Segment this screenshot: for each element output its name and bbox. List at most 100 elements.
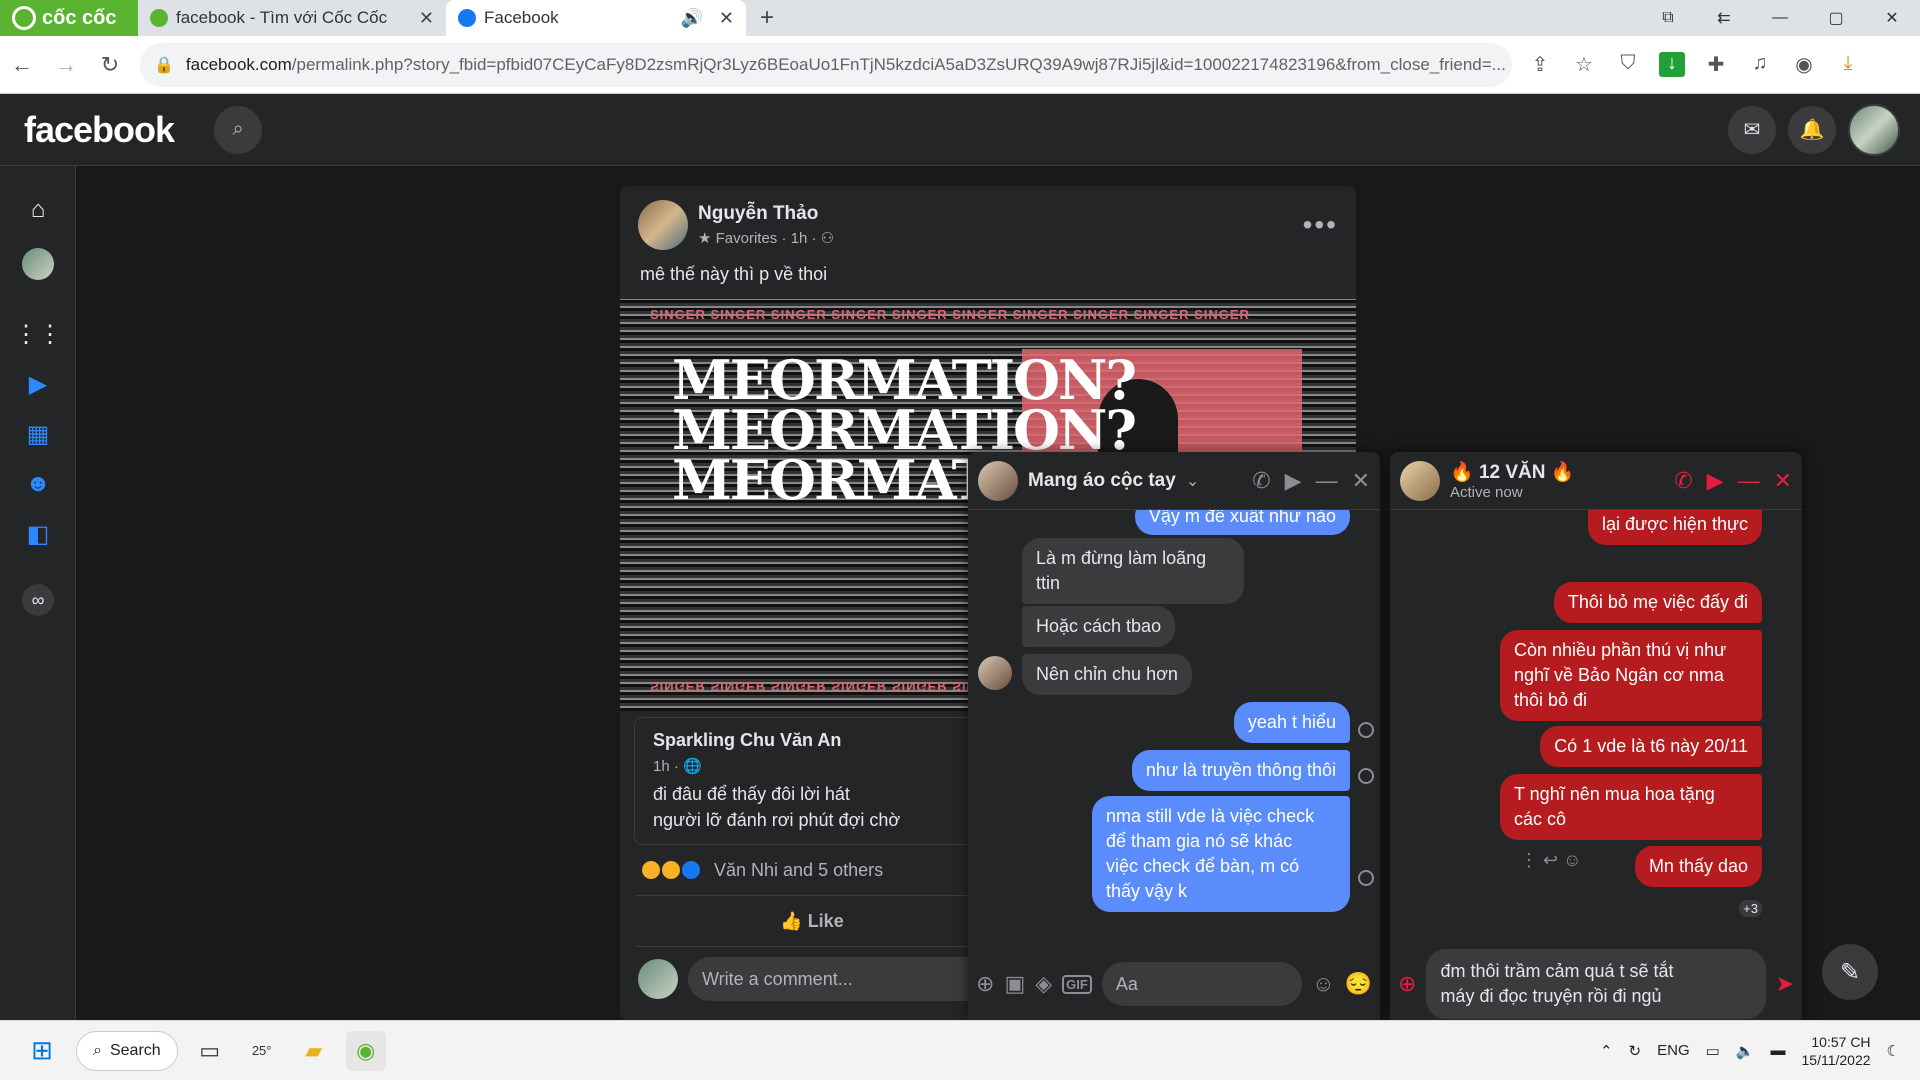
- more-options-icon[interactable]: •••: [1303, 209, 1338, 241]
- quick-reaction-icon[interactable]: 😔: [1345, 971, 1372, 997]
- forward-button[interactable]: →: [44, 52, 88, 78]
- sync-icon[interactable]: ↻: [1629, 1042, 1642, 1060]
- screenshot-icon[interactable]: ⧉: [1640, 0, 1696, 36]
- back-tabs-icon[interactable]: ⇇: [1696, 0, 1752, 36]
- chat-avatar[interactable]: [1400, 460, 1440, 501]
- groups-icon[interactable]: ☻: [22, 468, 54, 500]
- tab-label: facebook - Tìm với Cốc Cốc: [176, 8, 388, 27]
- share-icon[interactable]: ⇪: [1518, 52, 1562, 77]
- close-chat-icon[interactable]: ✕: [1352, 468, 1370, 494]
- file-explorer-icon[interactable]: ▰: [294, 1031, 334, 1071]
- message-outgoing[interactable]: T nghĩ nên mua hoa tặng các cô: [1500, 774, 1762, 840]
- message-outgoing[interactable]: Vậy m đề xuất như nào: [1134, 510, 1350, 535]
- tab-facebook[interactable]: Facebook 🔊 ✕: [446, 0, 746, 36]
- chat-title[interactable]: Mang áo cộc tay: [1028, 470, 1176, 492]
- link-icon[interactable]: ∞: [22, 584, 54, 616]
- network-icon[interactable]: ▭: [1706, 1042, 1720, 1060]
- speaker-icon[interactable]: 🔊: [680, 8, 702, 29]
- download-green-icon[interactable]: ↓: [1659, 52, 1685, 77]
- watch-icon[interactable]: ▶: [22, 368, 54, 400]
- reload-button[interactable]: ↻: [88, 52, 132, 78]
- message-outgoing[interactable]: yeah t hiểu: [1233, 702, 1350, 743]
- minimize-button[interactable]: —: [1752, 0, 1808, 36]
- url-field[interactable]: 🔒 facebook.com/permalink.php?story_fbid=…: [140, 42, 1512, 87]
- gif-icon[interactable]: GIF: [1062, 974, 1092, 994]
- image-icon[interactable]: ▣: [1004, 971, 1025, 997]
- message-outgoing[interactable]: Có 1 vde là t6 này 20/11: [1540, 726, 1762, 767]
- bookmark-star-icon[interactable]: ☆: [1562, 52, 1606, 77]
- music-list-icon[interactable]: ♫: [1738, 52, 1782, 77]
- message-input[interactable]: đm thôi trầm cảm quá t sẽ tắt máy đi đọc…: [1426, 949, 1766, 1019]
- message-outgoing[interactable]: lại được hiện thực: [1588, 510, 1762, 545]
- search-icon[interactable]: ⌕: [214, 105, 263, 154]
- plus-circle-icon[interactable]: ⊕: [976, 971, 994, 997]
- message-incoming[interactable]: Là m đừng làm loãng ttin: [1022, 538, 1244, 604]
- gaming-icon[interactable]: ◧: [22, 518, 54, 550]
- emoji-icon[interactable]: ☺: [1312, 971, 1334, 997]
- message-actions-icons[interactable]: ⋮ ↩ ☺: [1520, 850, 1581, 871]
- message-incoming[interactable]: Hoặc cách tbao: [1022, 606, 1176, 647]
- profile-avatar-icon[interactable]: [22, 248, 54, 280]
- message-input[interactable]: Aa: [1101, 962, 1303, 1006]
- language-indicator[interactable]: ENG: [1657, 1042, 1690, 1059]
- message-incoming[interactable]: Nên chỉn chu hơn: [1022, 654, 1192, 695]
- reactions-text[interactable]: Văn Nhi and 5 others: [714, 860, 883, 881]
- like-button[interactable]: 👍 Like: [636, 911, 988, 932]
- sticker-icon[interactable]: ◈: [1035, 971, 1052, 997]
- plus-circle-icon[interactable]: ⊕: [1398, 971, 1416, 997]
- chevron-down-icon[interactable]: ⌄: [1186, 471, 1199, 491]
- coccoc-logo[interactable]: cốc cốc: [0, 0, 138, 36]
- close-chat-icon[interactable]: ✕: [1774, 468, 1792, 494]
- minimize-chat-icon[interactable]: —: [1316, 468, 1338, 494]
- task-view-icon[interactable]: ▭: [190, 1031, 230, 1071]
- send-icon[interactable]: ➤: [1776, 971, 1794, 997]
- account-avatar[interactable]: [1848, 103, 1900, 156]
- phone-icon[interactable]: ✆: [1674, 468, 1692, 494]
- chat-title[interactable]: 12 VĂN: [1479, 462, 1546, 483]
- new-message-icon[interactable]: ✎: [1822, 944, 1878, 1000]
- seen-by-count[interactable]: +3: [1739, 900, 1762, 917]
- close-tab-icon[interactable]: ✕: [719, 8, 734, 29]
- post-author[interactable]: Nguyễn Thảo: [698, 203, 834, 225]
- new-tab-button[interactable]: +: [746, 4, 788, 32]
- message-outgoing[interactable]: Mn thấy dao: [1634, 846, 1762, 887]
- video-icon[interactable]: ▶: [1285, 468, 1302, 494]
- message-outgoing[interactable]: Thôi bỏ mẹ việc đấy đi: [1553, 582, 1762, 623]
- facebook-logo[interactable]: facebook: [24, 109, 175, 151]
- windows-start-icon[interactable]: ⊞: [22, 1031, 62, 1071]
- author-avatar[interactable]: [638, 200, 688, 250]
- clock[interactable]: 10:57 CH 15/11/2022: [1802, 1033, 1871, 1069]
- chat-avatar[interactable]: [978, 460, 1018, 501]
- shield-icon[interactable]: ⛉: [1606, 52, 1650, 77]
- sender-avatar: [978, 656, 1012, 690]
- marketplace-icon[interactable]: ▦: [22, 418, 54, 450]
- message-outgoing[interactable]: như là truyền thông thôi: [1131, 750, 1350, 791]
- phone-icon[interactable]: ✆: [1252, 468, 1270, 494]
- notification-icon[interactable]: ☾: [1887, 1042, 1900, 1060]
- battery-icon[interactable]: ▬: [1771, 1042, 1786, 1059]
- maximize-button[interactable]: ▢: [1808, 0, 1864, 36]
- back-button[interactable]: ←: [0, 52, 44, 78]
- profile-icon[interactable]: ◉: [1782, 52, 1826, 77]
- menu-grid-icon[interactable]: ⋮⋮: [14, 318, 62, 350]
- extensions-icon[interactable]: ✚: [1694, 52, 1738, 77]
- coccoc-taskbar-icon[interactable]: ◉: [345, 1030, 386, 1071]
- volume-icon[interactable]: 🔈: [1736, 1042, 1755, 1060]
- close-tab-icon[interactable]: ✕: [419, 8, 434, 29]
- home-icon[interactable]: ⌂: [22, 194, 54, 226]
- messenger-icon[interactable]: ✉: [1728, 105, 1776, 154]
- message-outgoing[interactable]: Còn nhiều phần thú vị như nghĩ về Bảo Ng…: [1500, 630, 1762, 721]
- minimize-chat-icon[interactable]: —: [1738, 468, 1760, 494]
- sent-check-icon: [1358, 722, 1374, 738]
- chevron-up-icon[interactable]: ⌃: [1600, 1042, 1613, 1060]
- downloads-icon[interactable]: ⤓: [1826, 52, 1870, 77]
- weather-icon[interactable]: 25°: [242, 1031, 282, 1071]
- address-bar-icons: ⇪ ☆ ⛉ ↓ ✚ ♫ ◉ ⤓: [1518, 52, 1870, 77]
- taskbar-search[interactable]: ⌕ Search: [76, 1030, 178, 1071]
- video-icon[interactable]: ▶: [1707, 468, 1724, 494]
- tab-search[interactable]: facebook - Tìm với Cốc Cốc ✕: [138, 0, 446, 36]
- notifications-bell-icon[interactable]: 🔔: [1788, 105, 1836, 154]
- chat-header: Mang áo cộc tay ⌄ ✆ ▶ — ✕: [968, 452, 1380, 510]
- close-window-button[interactable]: ✕: [1864, 0, 1920, 36]
- message-outgoing[interactable]: nma still vde là việc check để tham gia …: [1092, 796, 1350, 912]
